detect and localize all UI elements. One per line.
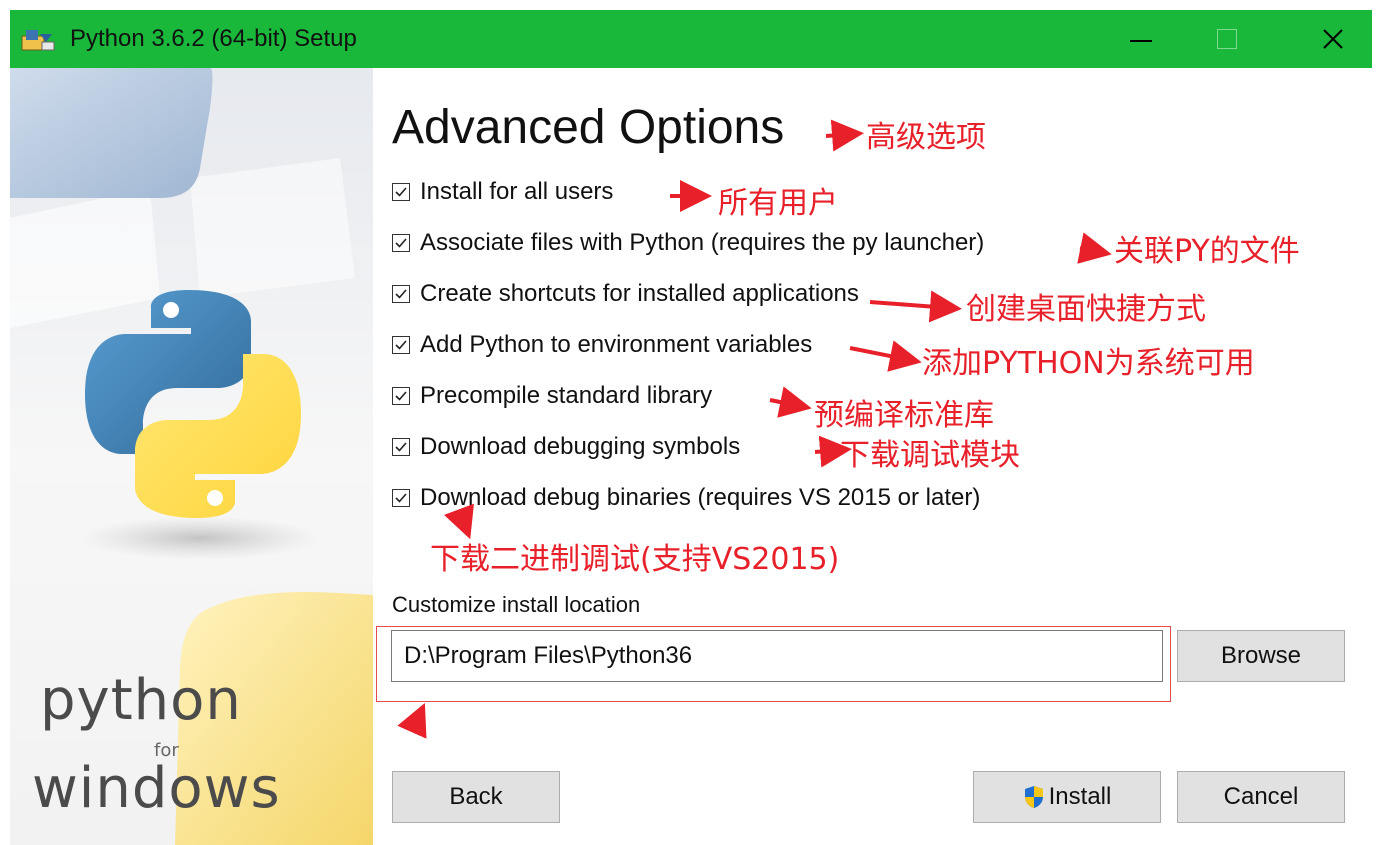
annotation-option-2: 关联PY的文件 (1114, 234, 1300, 269)
option-label: Download debugging symbols (420, 433, 741, 460)
check-icon (395, 442, 407, 452)
check-icon (395, 238, 407, 248)
option-label: Associate files with Python (requires th… (420, 229, 985, 256)
option-debug-symbols[interactable]: Download debugging symbols (392, 432, 740, 462)
option-add-to-path[interactable]: Add Python to environment variables (392, 330, 812, 360)
minimize-button[interactable] (1106, 10, 1176, 68)
install-location-label: Customize install location (392, 592, 641, 617)
option-label: Download debug binaries (requires VS 201… (420, 484, 981, 511)
checkbox[interactable] (392, 183, 410, 201)
checkbox[interactable] (392, 336, 410, 354)
annotation-option-3: 创建桌面快捷方式 (966, 292, 1206, 327)
option-label: Create shortcuts for installed applicati… (420, 280, 859, 307)
option-label: Add Python to environment variables (420, 331, 813, 358)
option-debug-binaries[interactable]: Download debug binaries (requires VS 201… (392, 483, 980, 513)
annotation-option-7: 下载二进制调试(支持VS2015) (430, 542, 840, 577)
back-button[interactable]: Back (392, 771, 560, 823)
python-setup-icon (21, 30, 55, 51)
option-label: Precompile standard library (420, 382, 713, 409)
annotation-option-4: 添加PYTHON为系统可用 (922, 346, 1255, 381)
page-title: Advanced Options (392, 101, 785, 154)
option-label: Install for all users (420, 178, 614, 205)
maximize-icon (1217, 29, 1237, 49)
annotation-option-5: 预编译标准库 (814, 398, 994, 433)
option-precompile-stdlib[interactable]: Precompile standard library (392, 381, 712, 411)
annotation-option-6: 下载调试模块 (840, 438, 1020, 473)
close-button[interactable] (1298, 10, 1368, 68)
install-location-input[interactable] (391, 630, 1163, 682)
window-title: Python 3.6.2 (64-bit) Setup (70, 25, 357, 52)
option-install-all-users[interactable]: Install for all users (392, 177, 613, 207)
install-button-label: Install (1048, 783, 1112, 810)
check-icon (395, 493, 407, 503)
close-icon (1323, 29, 1343, 49)
option-create-shortcuts[interactable]: Create shortcuts for installed applicati… (392, 279, 859, 309)
checkbox[interactable] (392, 387, 410, 405)
browse-button[interactable]: Browse (1177, 630, 1345, 682)
checkbox[interactable] (392, 234, 410, 252)
maximize-button[interactable] (1192, 10, 1262, 68)
left-banner: python for windows (10, 68, 373, 845)
banner-word-python: python (40, 668, 242, 733)
checkbox[interactable] (392, 489, 410, 507)
uac-shield-icon (1024, 786, 1043, 808)
check-icon (395, 289, 407, 299)
cancel-button[interactable]: Cancel (1177, 771, 1345, 823)
title-bar[interactable]: Python 3.6.2 (64-bit) Setup (10, 10, 1372, 68)
screenshot-root: { "window": { "title": "Python 3.6.2 (64… (0, 0, 1383, 845)
checkbox[interactable] (392, 285, 410, 303)
check-icon (395, 391, 407, 401)
option-associate-files[interactable]: Associate files with Python (requires th… (392, 228, 984, 258)
install-button[interactable]: Install (973, 771, 1161, 823)
check-icon (395, 340, 407, 350)
annotation-option-1: 所有用户 (718, 186, 838, 221)
annotation-heading: 高级选项 (866, 120, 986, 155)
check-icon (395, 187, 407, 197)
minimize-icon (1130, 40, 1152, 42)
checkbox[interactable] (392, 438, 410, 456)
banner-word-windows: windows (32, 756, 281, 821)
